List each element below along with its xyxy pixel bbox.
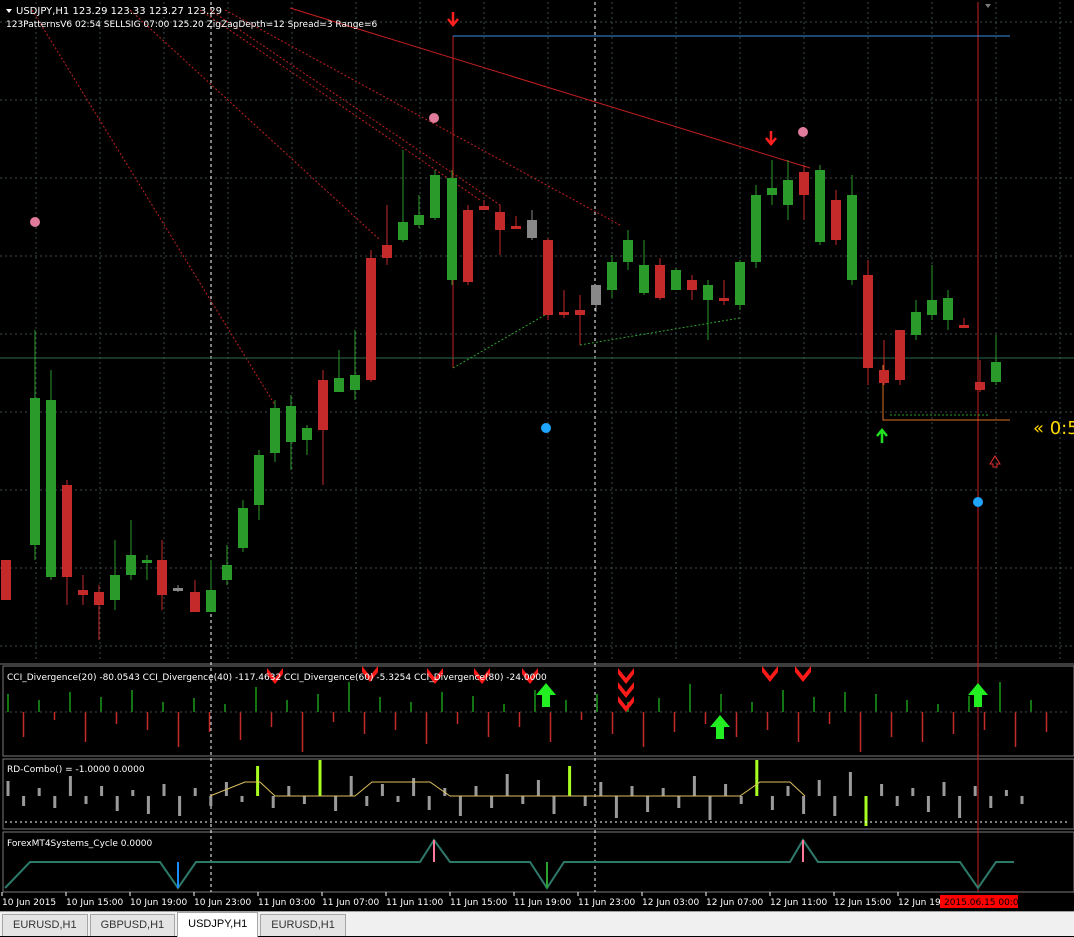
candle (751, 185, 761, 268)
candle (447, 170, 457, 285)
rd-combo-label: RD-Combo() = -1.0000 0.0000 (7, 765, 145, 775)
time-label: 12 Jun 11:00 (770, 898, 827, 908)
candle (671, 268, 681, 290)
time-label: 10 Jun 15:00 (66, 898, 123, 908)
time-label: 12 Jun 19 (898, 898, 941, 908)
candle (270, 400, 280, 462)
pivot-high-dot (30, 217, 40, 227)
cycle-label: ForexMT4Systems_Cycle 0.0000 (7, 839, 153, 849)
time-highlight-label: 2015.06.15 00:00 (944, 898, 1025, 908)
pivot-low-dot (541, 423, 551, 433)
time-label: 10 Jun 23:00 (194, 898, 251, 908)
time-label: 12 Jun 03:00 (642, 898, 699, 908)
time-label: 10 Jun 19:00 (130, 898, 187, 908)
candle (1, 560, 11, 600)
time-label: 11 Jun 11:00 (386, 898, 443, 908)
pivot-high-dot (798, 127, 808, 137)
time-label: 12 Jun 07:00 (706, 898, 763, 908)
time-label: 12 Jun 15:00 (834, 898, 891, 908)
cci-panel-label: CCI_Divergence(20) -80.0543 CCI_Divergen… (7, 673, 547, 683)
candle (543, 238, 553, 320)
pivot-low-dot (973, 497, 983, 507)
candle (815, 165, 825, 245)
candle (430, 170, 440, 220)
price-chart[interactable]: 10 Jun 2015 10 Jun 15:00 10 Jun 19:00 10 Ju… (0, 0, 1074, 911)
candle (895, 330, 905, 385)
candle (46, 370, 56, 580)
time-label: 11 Jun 23:00 (578, 898, 635, 908)
time-label: 10 Jun 2015 (2, 898, 56, 908)
tab-eurusd-h1[interactable]: EURUSD,H1 (2, 914, 88, 936)
candle (863, 260, 873, 385)
time-label: 11 Jun 07:00 (322, 898, 379, 908)
tab-eurusd-h1-2[interactable]: EURUSD,H1 (260, 914, 346, 936)
symbol-info: USDJPY,H1 123.29 123.33 123.27 123.29 (16, 6, 222, 17)
time-label: 11 Jun 03:00 (258, 898, 315, 908)
tab-usdjpy-h1[interactable]: USDJPY,H1 (177, 912, 259, 937)
time-label: 11 Jun 15:00 (450, 898, 507, 908)
time-label: 11 Jun 19:00 (514, 898, 571, 908)
chart-tabs: EURUSD,H1 GBPUSD,H1 USDJPY,H1 EURUSD,H1 (0, 911, 1074, 937)
candle (735, 260, 745, 310)
tab-gbpusd-h1[interactable]: GBPUSD,H1 (89, 914, 176, 936)
indicator-info: 123PatternsV6 02:54 SELLSIG 07:00 125.20… (6, 20, 377, 30)
mt4-chart-window[interactable]: 10 Jun 2015 10 Jun 15:00 10 Jun 19:00 10 Ju… (0, 0, 1074, 937)
candle (366, 250, 376, 382)
bar-countdown: « 0:5 (1033, 418, 1074, 439)
pivot-high-dot (429, 113, 439, 123)
candle (463, 205, 473, 285)
